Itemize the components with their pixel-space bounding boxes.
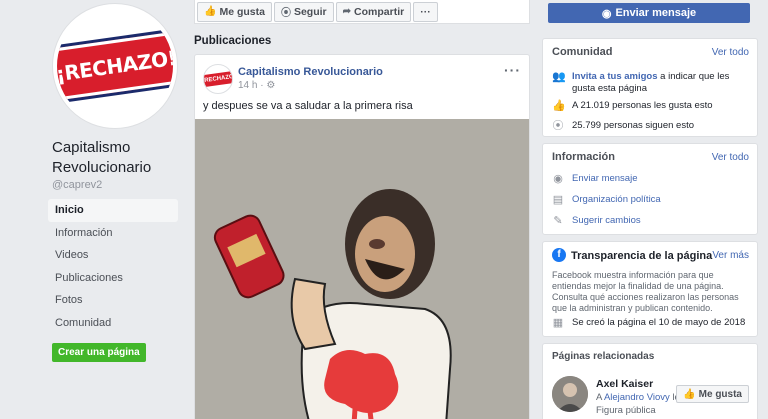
post-text: y despues se va a saludar a la primera r… <box>203 100 413 112</box>
nav-item-informacion[interactable]: Información <box>48 222 178 245</box>
thumbs-up-icon: 👍 <box>552 100 566 112</box>
invite-friends-link[interactable]: Invita a tus amigos <box>572 71 658 82</box>
likes-count-row: 👍 A 21.019 personas les gusta esto <box>552 100 750 112</box>
messenger-icon: ◉ <box>553 173 563 185</box>
page-created-text: Se creó la página el 10 de mayo de 2018 <box>572 317 746 328</box>
page-created-row: ▦ Se creó la página el 10 de mayo de 201… <box>552 317 750 329</box>
follow-label: Seguir <box>293 5 327 18</box>
post-image[interactable] <box>195 119 529 419</box>
nav-item-publicaciones[interactable]: Publicaciones <box>48 267 178 290</box>
follow-button[interactable]: ⦿ Seguir <box>273 1 334 22</box>
post-avatar-logo: ¡RECHAZO! <box>204 70 232 88</box>
facebook-icon: f <box>552 248 566 262</box>
page-title[interactable]: Capitalismo Revolucionario <box>52 138 182 178</box>
page-title-line2: Revolucionario <box>52 159 152 176</box>
post-time: 14 h · <box>238 80 264 91</box>
people-icon: 👥 <box>552 71 566 83</box>
profile-picture-image: ¡RECHAZO! <box>57 8 173 124</box>
transparency-description: Facebook muestra información para que en… <box>552 270 739 313</box>
info-see-all-link[interactable]: Ver todo <box>712 152 749 163</box>
gear-icon: ⚙ <box>266 80 276 91</box>
post-options-button[interactable]: ··· <box>504 62 521 78</box>
followers-count-text: 25.799 personas siguen esto <box>572 120 695 131</box>
likes-count-text: A 21.019 personas les gusta esto <box>572 100 713 111</box>
community-card: Comunidad Ver todo 👥 Invita a tus amigos… <box>542 38 758 137</box>
send-message-label: Enviar mensaje <box>615 7 697 19</box>
related-page-like-button[interactable]: 👍 Me gusta <box>676 385 749 403</box>
post-timestamp[interactable]: 14 h · ⚙ <box>238 80 275 91</box>
info-category-link[interactable]: Organización política <box>572 194 661 206</box>
messenger-icon: ◉ <box>601 7 612 20</box>
post-author-avatar[interactable]: ¡RECHAZO! <box>203 64 233 94</box>
calendar-icon: ▦ <box>552 317 564 329</box>
related-page-avatar[interactable] <box>552 376 588 412</box>
share-label: Compartir <box>354 5 405 18</box>
share-button[interactable]: ➦ Compartir <box>335 1 412 22</box>
nav-item-videos[interactable]: Videos <box>48 244 178 267</box>
community-see-all-link[interactable]: Ver todo <box>712 47 749 58</box>
info-suggest-row: ✎ Sugerir cambios <box>552 215 750 227</box>
create-page-button[interactable]: Crear una página <box>52 343 146 362</box>
posts-section-title: Publicaciones <box>194 35 272 47</box>
related-like-label: Me gusta <box>698 388 742 400</box>
info-title: Información <box>552 151 615 163</box>
page-title-line1: Capitalismo <box>52 139 131 156</box>
info-send-message-link[interactable]: Enviar mensaje <box>572 173 637 185</box>
community-title: Comunidad <box>552 46 613 58</box>
nav-item-inicio[interactable]: Inicio <box>48 199 178 222</box>
page-action-bar: 👍 Me gusta ⦿ Seguir ➦ Compartir ··· <box>194 0 530 24</box>
share-icon: ➦ <box>342 6 352 17</box>
page-handle[interactable]: @caprev2 <box>52 179 102 191</box>
cartoon-illustration <box>195 119 529 419</box>
transparency-title: Transparencia de la página <box>571 250 713 262</box>
person-photo <box>552 376 588 412</box>
suggest-edits-link[interactable]: Sugerir cambios <box>572 215 641 227</box>
related-page-category: Figura pública <box>596 405 656 416</box>
send-message-button[interactable]: ◉ Enviar mensaje <box>548 3 750 23</box>
thumbs-up-icon: 👍 <box>683 388 696 400</box>
friend-name-link[interactable]: Alejandro Viovy <box>604 392 670 403</box>
page-profile-picture[interactable]: ¡RECHAZO! <box>52 3 178 129</box>
invite-friends-text: Invita a tus amigos a indicar que les gu… <box>572 71 750 95</box>
like-page-button[interactable]: 👍 Me gusta <box>197 1 272 22</box>
info-category-row: ▤ Organización política <box>552 194 750 206</box>
nav-item-comunidad[interactable]: Comunidad <box>48 312 178 335</box>
rss-icon: ⦿ <box>552 120 564 132</box>
related-page-name[interactable]: Axel Kaiser <box>596 378 653 390</box>
post-author-name[interactable]: Capitalismo Revolucionario <box>238 66 383 78</box>
more-options-label: ··· <box>420 5 431 18</box>
related-pages-title: Páginas relacionadas <box>552 351 655 362</box>
transparency-card: f Transparencia de la página Ver más Fac… <box>542 241 758 337</box>
invite-friends-row: 👥 Invita a tus amigos a indicar que les … <box>552 71 750 95</box>
thumbs-up-icon: 👍 <box>204 6 217 17</box>
friend-prefix: A <box>596 392 604 403</box>
transparency-see-more-link[interactable]: Ver más <box>712 250 749 261</box>
like-page-label: Me gusta <box>219 5 265 18</box>
more-options-button[interactable]: ··· <box>413 1 438 22</box>
followers-count-row: ⦿ 25.799 personas siguen esto <box>552 120 750 132</box>
info-message-row: ◉ Enviar mensaje <box>552 173 750 185</box>
nav-item-fotos[interactable]: Fotos <box>48 289 178 312</box>
info-card: Información Ver todo ◉ Enviar mensaje ▤ … <box>542 143 758 235</box>
rss-icon: ⦿ <box>280 8 291 19</box>
folder-icon: ▤ <box>552 194 564 206</box>
related-pages-card: Páginas relacionadas Axel Kaiser A Aleja… <box>542 343 758 419</box>
rechazo-logo: ¡RECHAZO! <box>57 31 173 101</box>
page-nav: Inicio Información Videos Publicaciones … <box>48 199 178 334</box>
post-card: ¡RECHAZO! Capitalismo Revolucionario 14 … <box>194 54 530 419</box>
pencil-icon: ✎ <box>553 215 563 227</box>
left-column: ¡RECHAZO! Capitalismo Revolucionario @ca… <box>0 0 190 419</box>
